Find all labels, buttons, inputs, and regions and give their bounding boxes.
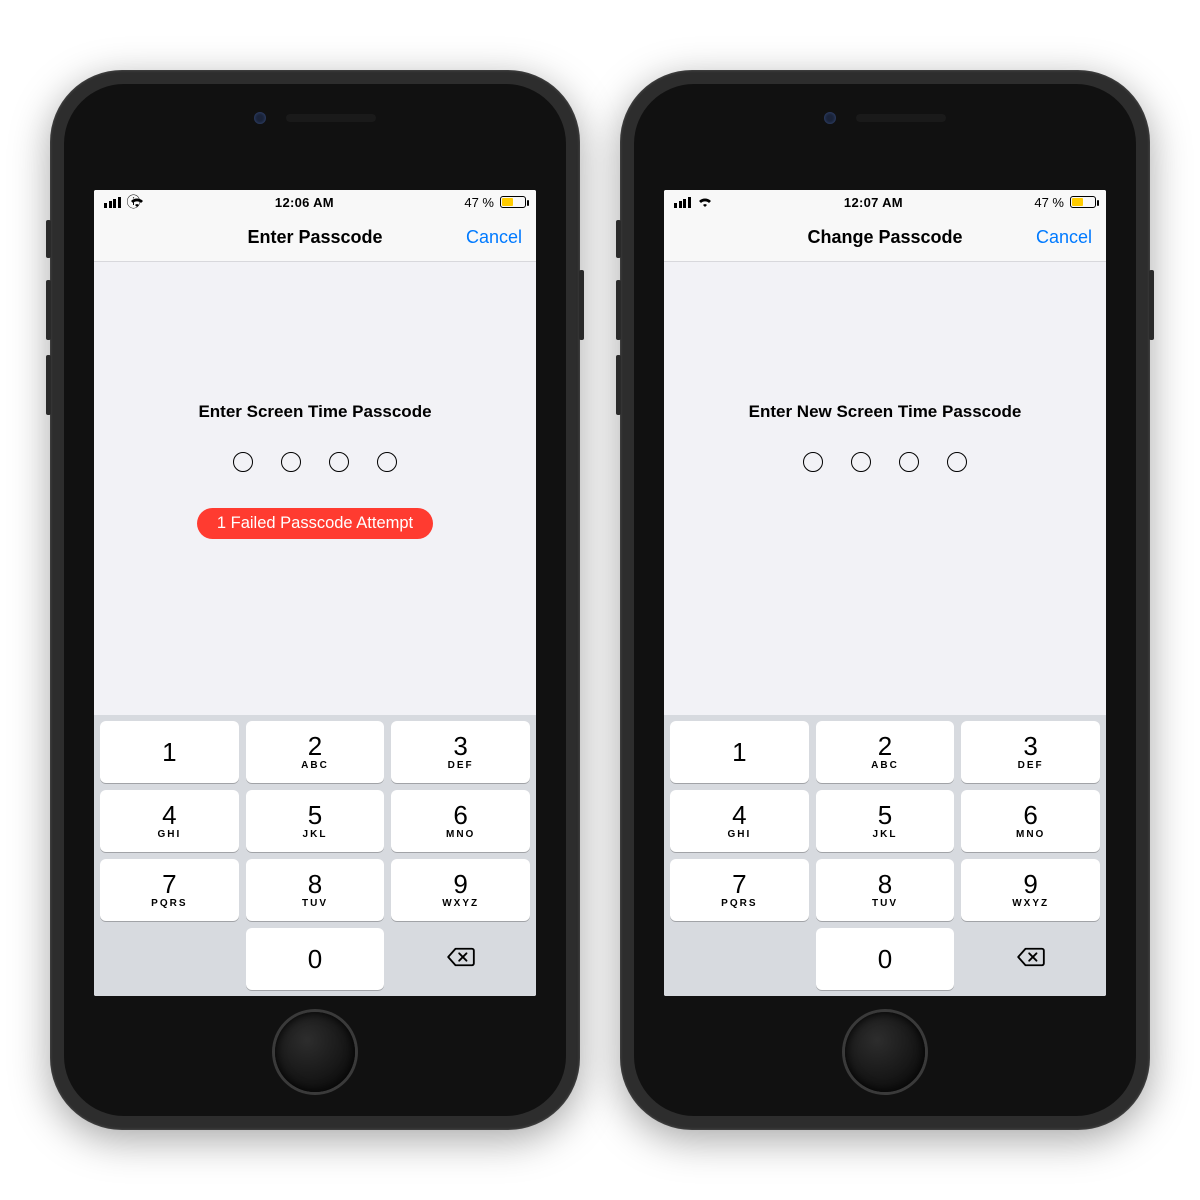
backspace-icon — [1016, 946, 1046, 973]
keypad-delete[interactable] — [391, 928, 530, 990]
wifi-icon — [129, 195, 145, 210]
nav-title: Enter Passcode — [247, 227, 382, 248]
keypad-8[interactable]: 8TUV — [246, 859, 385, 921]
cancel-button[interactable]: Cancel — [1036, 214, 1092, 261]
phone-top-hardware — [64, 112, 566, 124]
keypad-7[interactable]: 7PQRS — [100, 859, 239, 921]
nav-bar: Enter Passcode Cancel — [94, 214, 536, 262]
keypad-9[interactable]: 9WXYZ — [391, 859, 530, 921]
nav-title: Change Passcode — [807, 227, 962, 248]
volume-down-button — [46, 355, 51, 415]
mute-switch — [46, 220, 51, 258]
passcode-dot — [233, 452, 253, 472]
keypad-7[interactable]: 7PQRS — [670, 859, 809, 921]
passcode-dot — [947, 452, 967, 472]
status-bar: 12:07 AM 47 % — [664, 190, 1106, 214]
earpiece-speaker-icon — [856, 114, 946, 122]
keypad-2[interactable]: 2ABC — [816, 721, 955, 783]
phone-enter-passcode: ⓘ 12:06 AM 47 % Enter Passcode Cancel En… — [50, 70, 580, 1130]
home-button[interactable] — [275, 1012, 355, 1092]
volume-down-button — [616, 355, 621, 415]
battery-percent: 47 % — [1034, 195, 1064, 210]
backspace-icon — [446, 946, 476, 973]
mute-switch — [616, 220, 621, 258]
nav-bar: Change Passcode Cancel — [664, 214, 1106, 262]
phone-top-hardware — [634, 112, 1136, 124]
keypad-blank — [670, 928, 809, 990]
keypad-6[interactable]: 6MNO — [961, 790, 1100, 852]
passcode-dot — [377, 452, 397, 472]
keypad-4[interactable]: 4GHI — [100, 790, 239, 852]
home-button[interactable] — [845, 1012, 925, 1092]
passcode-dot — [851, 452, 871, 472]
keypad-1[interactable]: 1 — [670, 721, 809, 783]
passcode-dot — [281, 452, 301, 472]
keypad-0[interactable]: 0 — [246, 928, 385, 990]
numeric-keypad: 1 2ABC 3DEF 4GHI 5JKL 6MNO 7PQRS 8TUV 9W… — [664, 715, 1106, 996]
passcode-dot — [899, 452, 919, 472]
battery-icon — [500, 196, 526, 208]
failed-attempt-badge: 1 Failed Passcode Attempt — [197, 508, 433, 539]
keypad-0[interactable]: 0 — [816, 928, 955, 990]
keypad-blank — [100, 928, 239, 990]
keypad-4[interactable]: 4GHI — [670, 790, 809, 852]
passcode-prompt: Enter New Screen Time Passcode — [749, 402, 1022, 422]
passcode-dots — [803, 452, 967, 472]
front-camera-icon — [254, 112, 266, 124]
cellular-signal-icon — [104, 197, 121, 208]
volume-up-button — [616, 280, 621, 340]
passcode-content: Enter Screen Time Passcode 1 Failed Pass… — [94, 262, 536, 715]
keypad-2[interactable]: 2ABC — [246, 721, 385, 783]
cellular-signal-icon — [674, 197, 691, 208]
screen: ⓘ 12:06 AM 47 % Enter Passcode Cancel En… — [94, 190, 536, 996]
keypad-6[interactable]: 6MNO — [391, 790, 530, 852]
keypad-1[interactable]: 1 — [100, 721, 239, 783]
status-time: 12:07 AM — [844, 195, 903, 210]
passcode-dot — [329, 452, 349, 472]
cancel-button[interactable]: Cancel — [466, 214, 522, 261]
front-camera-icon — [824, 112, 836, 124]
keypad-3[interactable]: 3DEF — [391, 721, 530, 783]
battery-icon — [1070, 196, 1096, 208]
keypad-3[interactable]: 3DEF — [961, 721, 1100, 783]
volume-up-button — [46, 280, 51, 340]
passcode-dots — [233, 452, 397, 472]
screen: 12:07 AM 47 % Change Passcode Cancel Ent… — [664, 190, 1106, 996]
phone-change-passcode: 12:07 AM 47 % Change Passcode Cancel Ent… — [620, 70, 1150, 1130]
passcode-dot — [803, 452, 823, 472]
power-button — [579, 270, 584, 340]
status-bar: ⓘ 12:06 AM 47 % — [94, 190, 536, 214]
battery-percent: 47 % — [464, 195, 494, 210]
keypad-5[interactable]: 5JKL — [816, 790, 955, 852]
keypad-8[interactable]: 8TUV — [816, 859, 955, 921]
keypad-delete[interactable] — [961, 928, 1100, 990]
wifi-icon — [697, 195, 713, 210]
passcode-content: Enter New Screen Time Passcode — [664, 262, 1106, 715]
keypad-5[interactable]: 5JKL — [246, 790, 385, 852]
status-time: 12:06 AM — [275, 195, 334, 210]
numeric-keypad: 1 2ABC 3DEF 4GHI 5JKL 6MNO 7PQRS 8TUV 9W… — [94, 715, 536, 996]
keypad-9[interactable]: 9WXYZ — [961, 859, 1100, 921]
earpiece-speaker-icon — [286, 114, 376, 122]
passcode-prompt: Enter Screen Time Passcode — [198, 402, 431, 422]
power-button — [1149, 270, 1154, 340]
